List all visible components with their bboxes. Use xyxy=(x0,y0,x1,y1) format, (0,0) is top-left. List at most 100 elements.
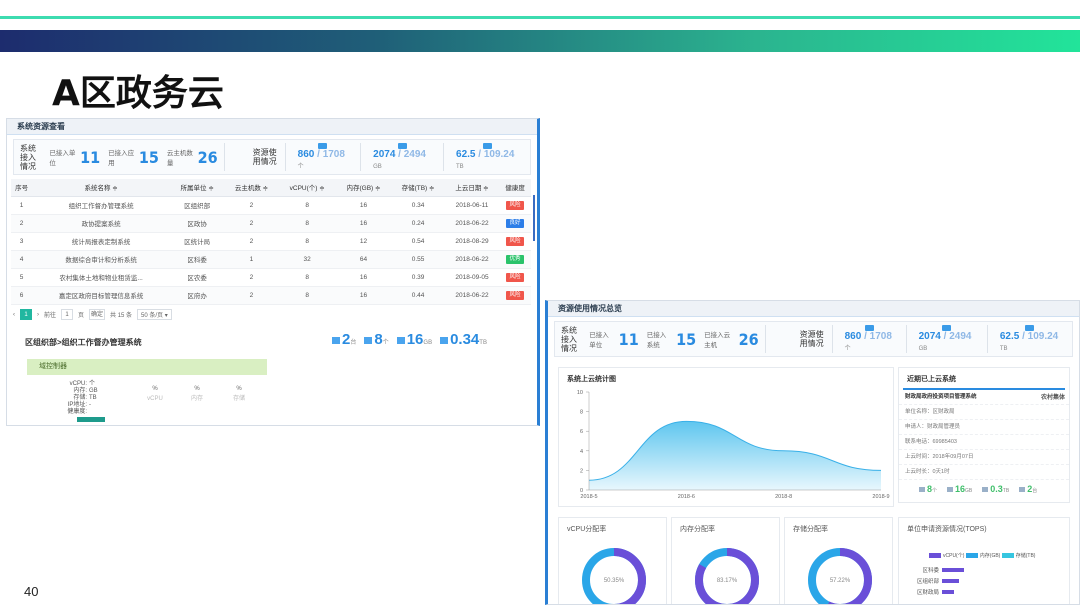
mem-unit: GB xyxy=(373,164,382,170)
column-header[interactable]: 云主机数 ≑ xyxy=(224,179,279,197)
detail-hosts: 2台 xyxy=(332,331,356,348)
cell-no: 2 xyxy=(11,214,33,233)
detail-mem-value: 16 xyxy=(406,331,424,348)
cell-date: 2018-06-11 xyxy=(444,196,500,215)
mem-used: 2074 xyxy=(918,331,941,342)
cell-health: 风险 xyxy=(499,286,531,305)
recent-stat-icon xyxy=(947,487,954,492)
table-row[interactable]: 5 农村集体土地和物业租赁监... 区农委 2 8 16 0.39 2018-09-05 风险 xyxy=(11,268,531,287)
cell-no: 1 xyxy=(11,196,33,215)
unit-request-label: 区科委 xyxy=(922,567,939,574)
column-header: 序号 xyxy=(11,179,33,197)
total-count: 共 15 条 xyxy=(110,313,133,319)
unit-request-label: 区组织部 xyxy=(916,578,939,585)
pct-label: 存储 xyxy=(232,396,245,402)
recent-stat-icon xyxy=(919,487,925,492)
detail-value xyxy=(89,409,98,416)
mem-used: 2074 xyxy=(373,149,396,160)
table-row[interactable]: 2 政协提案系统 区政协 2 8 16 0.24 2018-06-22 良好 xyxy=(11,214,531,233)
cell-unit: 区府办 xyxy=(170,286,225,305)
column-header[interactable]: 上云日期 ≑ xyxy=(444,179,500,197)
page-input[interactable]: 1 xyxy=(61,309,74,320)
cell-hosts: 2 xyxy=(224,196,279,215)
chart-card: 系统上云统计图 0 2 4 6 8 10 2018-5 2018-6 2018-8 2018-9 xyxy=(558,367,894,507)
recent-stat-value: 0.3 xyxy=(990,484,1003,494)
legend-vcpu: vCPU(个) xyxy=(943,553,965,559)
resource-overview-screenshot: 资源使用情况总览 系统接入情况 已接入单位 11 已接入系统 15 已接入云主机… xyxy=(545,300,1080,605)
y-tick-label: 6 xyxy=(580,429,583,435)
cell-name: 数据综合审计和分析系统 xyxy=(32,250,171,269)
cell-mem: 16 xyxy=(335,268,392,287)
table-row[interactable]: 3 统计局报表定制系统 区统计局 2 8 12 0.54 2018-08-29 风险 xyxy=(11,232,531,251)
unit-count: 11 xyxy=(80,147,101,167)
column-header[interactable]: 存储(TB) ≑ xyxy=(391,179,445,197)
cell-disk: 0.24 xyxy=(391,214,445,233)
column-header[interactable]: vCPU(个) ≑ xyxy=(278,179,336,197)
detail-value: - xyxy=(89,402,91,408)
recent-row: 申请人：财政局管理员 xyxy=(899,420,1069,435)
disk-unit: TB xyxy=(999,346,1008,352)
cell-no: 5 xyxy=(11,268,33,287)
health-bar xyxy=(77,417,105,422)
health-badge: 良好 xyxy=(506,218,525,228)
table-row[interactable]: 1 组织工作督办管理系统 区组织部 2 8 16 0.34 2018-06-11 风险 xyxy=(11,196,531,215)
unit-label: 已接入单位 xyxy=(49,150,76,167)
access-group: 系统接入情况 已接入单位 11 已接入应用 15 云主机数量 26 xyxy=(14,143,225,171)
donut-title: vCPU分配率 xyxy=(567,526,607,533)
stat-row: 系统接入情况 已接入单位 11 已接入应用 15 云主机数量 26 资源使用情况… xyxy=(13,139,531,175)
table-body: 1 组织工作督办管理系统 区组织部 2 8 16 0.34 2018-06-11 风险 2 政协提案… xyxy=(11,196,531,305)
stat-row: 系统接入情况 已接入单位 11 已接入系统 15 已接入云主机 26 资源使用情… xyxy=(554,321,1073,357)
donut-label: 50.35% xyxy=(604,578,625,584)
app-label: 已接入应用 xyxy=(108,150,135,167)
confirm-button[interactable]: 确定 xyxy=(89,309,106,320)
column-header[interactable]: 内存(GB) ≑ xyxy=(335,179,392,197)
cpu-unit: 个 xyxy=(844,346,851,352)
detail-disk-unit: TB xyxy=(479,340,487,346)
prev-page-icon[interactable]: ‹ xyxy=(13,312,15,318)
cell-mem: 16 xyxy=(335,196,392,215)
cell-no: 3 xyxy=(11,232,33,251)
host-count: 26 xyxy=(738,329,759,349)
table-row[interactable]: 4 数据综合审计和分析系统 区科委 1 32 64 0.55 2018-06-22 优秀 xyxy=(11,250,531,269)
cell-hosts: 2 xyxy=(224,214,279,233)
disk-used: 62.5 xyxy=(456,149,476,160)
cpu-used: 860 xyxy=(844,331,862,342)
disk-total: 109.24 xyxy=(483,149,515,160)
access-label: 系统接入情况 xyxy=(20,143,36,171)
page-1-button[interactable]: 1 xyxy=(20,309,32,320)
detail-key: 存储: xyxy=(73,395,87,401)
cell-disk: 0.54 xyxy=(391,232,445,251)
cell-disk: 0.39 xyxy=(391,268,445,287)
cell-name: 农村集体土地和物业租赁监... xyxy=(32,268,171,287)
unit-request-bar xyxy=(942,589,954,594)
cell-name: 统计局报表定制系统 xyxy=(32,232,171,251)
table-scrollbar[interactable] xyxy=(533,195,535,241)
unit-count: 11 xyxy=(618,329,639,349)
detail-cpu-value: 8 xyxy=(374,331,383,348)
mem-total: 2494 xyxy=(403,149,426,160)
legend-disk: 存储(TB) xyxy=(1015,553,1036,559)
unit-request-row: 区科委 xyxy=(909,564,964,575)
domain-controller-label[interactable]: 域控制器 xyxy=(27,359,267,375)
cell-unit: 区政协 xyxy=(170,214,225,233)
cell-health: 风险 xyxy=(499,268,531,287)
next-page-icon[interactable]: › xyxy=(37,312,39,318)
y-tick-label: 8 xyxy=(580,410,583,416)
detail-key: 健康度: xyxy=(67,409,87,415)
resource-label: 资源使用情况 xyxy=(252,148,277,166)
cell-health: 风险 xyxy=(499,232,531,251)
column-header[interactable]: 系统名称 ≑ xyxy=(32,179,171,197)
per-page-select[interactable]: 50 条/页 ▾ xyxy=(137,309,172,320)
cell-date: 2018-06-22 xyxy=(444,286,500,305)
pct-value: % xyxy=(152,386,158,392)
cell-mem: 16 xyxy=(335,214,392,233)
donut-title: 存储分配率 xyxy=(793,526,828,533)
donut-label: 57.22% xyxy=(830,578,851,584)
pagination: ‹ 1 › 前往 1 页 确定 共 15 条 50 条/页 ▾ xyxy=(13,307,531,323)
cell-disk: 0.34 xyxy=(391,196,445,215)
unit-request-label: 区财政局 xyxy=(916,589,939,596)
table-row[interactable]: 6 嘉定区政府目标管理信息系统 区府办 2 8 16 0.44 2018-06-22 风险 xyxy=(11,286,531,305)
column-header[interactable]: 所属单位 ≑ xyxy=(170,179,225,197)
donut-card: 存储分配率 57.22% xyxy=(784,517,893,604)
top-gradient-bar xyxy=(0,30,1080,52)
